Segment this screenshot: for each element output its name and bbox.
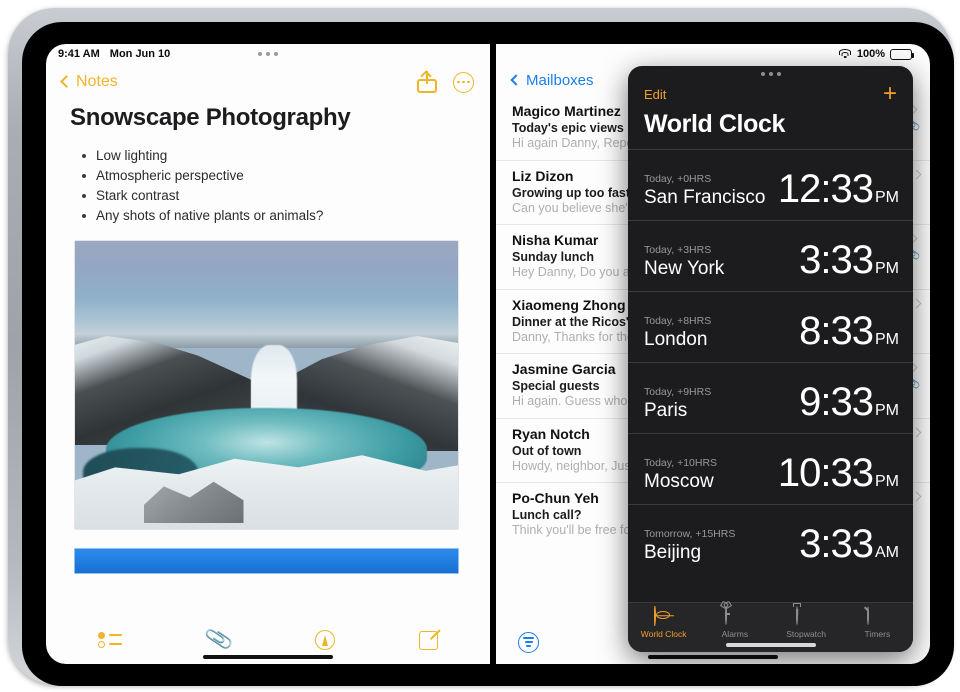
clock-row[interactable]: Today, +9HRS Paris 9:33 PM [628, 362, 913, 433]
paperclip-icon[interactable]: 📎 [203, 625, 234, 655]
tab-stopwatch[interactable]: Stopwatch [775, 606, 837, 639]
clock-city: New York [644, 258, 725, 279]
clock-meridiem: PM [875, 402, 899, 419]
clock-meridiem: AM [875, 544, 899, 561]
chevron-right-icon [911, 427, 922, 437]
clock-city: London [644, 329, 708, 350]
tab-alarms[interactable]: Alarms [704, 606, 766, 639]
clock-offset: Today, +3HRS [644, 244, 712, 256]
clock-offset: Today, +9HRS [644, 386, 712, 398]
status-date: Mon Jun 10 [109, 48, 171, 60]
chevron-right-icon [911, 169, 922, 179]
clock-time: 12:33 [777, 167, 874, 211]
notes-nav-actions [417, 70, 474, 93]
edit-button[interactable]: Edit [644, 87, 666, 102]
ipad-screen: 9:41 AM Mon Jun 10 Notes Snowscape Photo… [46, 44, 930, 664]
note-bullet-list: Low lighting Atmospheric perspective Sta… [46, 142, 490, 226]
chevron-left-icon [510, 74, 522, 86]
status-time: 9:41 AM [58, 48, 100, 60]
list-item: Atmospheric perspective [82, 166, 466, 186]
clock-city: Moscow [644, 471, 714, 492]
clock-city: Beijing [644, 542, 702, 563]
notes-status-bar: 9:41 AM Mon Jun 10 [46, 44, 490, 64]
tab-label: Alarms [721, 629, 749, 639]
home-indicator[interactable] [648, 655, 778, 659]
clock-offset: Tomorrow, +15HRS [644, 528, 736, 540]
clock-meridiem: PM [875, 473, 899, 490]
clock-offset: Today, +0HRS [644, 173, 712, 185]
globe-icon [653, 606, 674, 627]
clock-time: 9:33 [799, 380, 874, 424]
chevron-right-icon [911, 491, 922, 502]
more-options-icon[interactable] [453, 71, 474, 93]
clock-meridiem: PM [875, 331, 899, 348]
tab-timers[interactable]: Timers [846, 606, 908, 639]
clock-meridiem: PM [875, 260, 899, 277]
chevron-left-icon [60, 75, 73, 88]
clock-offset: Today, +10HRS [644, 457, 718, 469]
clock-row[interactable]: Today, +3HRS New York 3:33 PM [628, 220, 913, 291]
alarm-icon [724, 606, 745, 627]
home-indicator[interactable] [203, 655, 333, 659]
clock-time: 10:33 [777, 451, 874, 495]
page-title: Snowscape Photography [70, 104, 351, 131]
markup-pen-icon[interactable] [315, 630, 336, 650]
clock-time: 3:33 [799, 238, 874, 282]
checklist-icon[interactable] [97, 632, 122, 648]
list-item: Stark contrast [82, 186, 466, 206]
mail-status-bar: 100% [496, 44, 930, 64]
clock-row[interactable]: Today, +10HRS Moscow 10:33 PM [628, 433, 913, 504]
tab-label: World Clock [640, 629, 687, 639]
world-clock-topbar: Edit + [628, 82, 913, 106]
notes-navigation-bar: Notes [46, 64, 490, 100]
back-to-mailboxes-button[interactable]: Mailboxes [510, 71, 594, 89]
clock-time: 3:33 [799, 522, 874, 566]
home-indicator[interactable] [725, 643, 816, 647]
chevron-right-icon [911, 298, 922, 308]
world-clock-slideover: Edit + World Clock Today, +0HRS San Fran… [628, 66, 913, 652]
list-item: Low lighting [82, 146, 466, 166]
clock-row[interactable]: Today, +0HRS San Francisco 12:33 PM [628, 149, 913, 220]
share-icon[interactable] [417, 70, 437, 93]
clock-row[interactable]: Tomorrow, +15HRS Beijing 3:33 AM [628, 504, 913, 575]
row-accessories [911, 169, 922, 179]
clock-time: 8:33 [799, 309, 874, 353]
world-clock-title: World Clock [644, 110, 785, 138]
selected-content-highlight[interactable] [74, 548, 459, 574]
multitasking-handle[interactable] [258, 52, 278, 56]
row-accessories [911, 491, 922, 502]
list-item: Any shots of native plants or animals? [82, 206, 466, 226]
clock-row[interactable]: Today, +8HRS London 8:33 PM [628, 291, 913, 362]
clock-city: Paris [644, 400, 688, 421]
battery-percent-label: 100% [856, 48, 885, 60]
ipad-device-frame: 9:41 AM Mon Jun 10 Notes Snowscape Photo… [8, 8, 954, 686]
slideover-grabber[interactable] [628, 66, 913, 82]
wifi-icon [839, 49, 852, 59]
timer-icon [864, 606, 887, 627]
back-button-label: Notes [76, 73, 118, 90]
tab-label: Timers [864, 629, 891, 639]
clock-city: San Francisco [644, 187, 766, 208]
back-to-notes-button[interactable]: Notes [60, 73, 118, 91]
row-accessories [911, 298, 922, 308]
filter-icon[interactable] [518, 631, 539, 653]
add-clock-button[interactable]: + [883, 82, 897, 106]
stopwatch-icon [796, 606, 816, 627]
tab-world-clock[interactable]: World Clock [633, 606, 695, 639]
tab-label: Stopwatch [786, 629, 826, 639]
row-accessories [911, 427, 922, 437]
note-photo-attachment[interactable] [74, 240, 459, 530]
clock-offset: Today, +8HRS [644, 315, 712, 327]
battery-icon [890, 48, 914, 60]
compose-icon[interactable] [419, 630, 439, 650]
clock-meridiem: PM [875, 189, 899, 206]
mailboxes-label: Mailboxes [526, 71, 594, 89]
notes-app: 9:41 AM Mon Jun 10 Notes Snowscape Photo… [46, 44, 490, 664]
